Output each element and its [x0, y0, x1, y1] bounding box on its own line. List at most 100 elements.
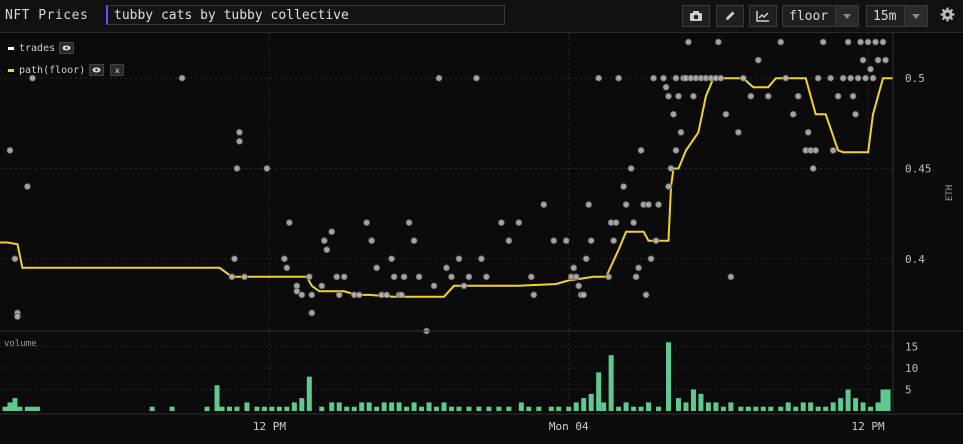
- trade-point: [632, 273, 640, 281]
- price-tick-label: 0.5: [905, 72, 925, 85]
- trade-point: [645, 201, 652, 208]
- trade-point: [655, 201, 662, 208]
- volume-bar: [336, 402, 342, 411]
- trade-point: [585, 201, 593, 208]
- trade-point: [335, 291, 343, 299]
- volume-bar: [486, 406, 492, 411]
- trade-point: [6, 146, 14, 154]
- trade-point: [675, 92, 682, 100]
- trade-point: [747, 92, 755, 100]
- trade-point: [739, 74, 747, 82]
- trade-point: [398, 291, 406, 299]
- volume-bar: [830, 402, 836, 411]
- volume-bars: [2, 342, 891, 411]
- trade-point: [29, 74, 36, 82]
- legend-path-floor: path(floor) x: [8, 64, 125, 76]
- trade-point: [867, 65, 874, 73]
- trade-point: [722, 110, 730, 118]
- trade-point: [587, 237, 595, 245]
- trade-point: [879, 38, 887, 46]
- trade-point: [647, 255, 655, 263]
- volume-bar: [868, 406, 874, 411]
- draw-button[interactable]: [716, 5, 744, 27]
- volume-bar: [845, 389, 851, 411]
- interval-select-value: 15m: [873, 8, 897, 24]
- settings-button[interactable]: [940, 7, 955, 26]
- volume-bar: [793, 406, 799, 411]
- volume-bar: [448, 406, 454, 411]
- trade-point: [862, 74, 869, 82]
- trade-point: [854, 74, 862, 82]
- price-tick-label: 0.4: [905, 253, 925, 266]
- volume-bar: [860, 402, 866, 411]
- trade-point: [455, 255, 463, 263]
- chart-grid: [0, 33, 893, 411]
- volume-bar: [419, 406, 425, 411]
- volume-bar: [808, 402, 814, 411]
- trade-point: [530, 291, 538, 299]
- toggle-trades-visibility-button[interactable]: [59, 42, 75, 54]
- trade-point: [627, 165, 635, 172]
- floor-path-series: [0, 77, 893, 298]
- price-tick-label: 0.45: [905, 162, 932, 175]
- trade-point: [515, 219, 523, 227]
- volume-bar: [588, 393, 594, 411]
- trade-point: [829, 146, 837, 154]
- trade-point: [635, 264, 642, 272]
- volume-bar: [299, 398, 305, 411]
- trade-point: [390, 273, 398, 281]
- floor-path-line: [0, 77, 893, 298]
- volume-bar: [720, 406, 726, 411]
- trade-point: [615, 74, 623, 82]
- volume-bar: [261, 406, 267, 411]
- remove-path-button[interactable]: x: [110, 64, 125, 76]
- trade-point: [637, 146, 645, 154]
- trade-point: [812, 146, 820, 154]
- volume-bar: [17, 406, 23, 411]
- volume-bar: [214, 385, 220, 411]
- trade-point: [14, 313, 21, 320]
- volume-bar: [853, 398, 859, 411]
- volume-bar: [226, 406, 232, 411]
- series-select[interactable]: floor: [782, 5, 859, 27]
- trade-point: [882, 56, 889, 64]
- trade-point: [363, 219, 371, 227]
- screenshot-button[interactable]: [682, 5, 710, 27]
- trade-point: [727, 273, 735, 281]
- volume-bar: [760, 406, 766, 411]
- volume-bar: [374, 406, 380, 411]
- trade-point: [241, 273, 248, 281]
- trade-point: [575, 282, 583, 290]
- trade-point: [777, 38, 785, 46]
- trade-point: [789, 110, 797, 118]
- trade-point: [497, 219, 505, 227]
- price-chart[interactable]: 0.4 0.45 0.5 5 10 15 12 PM Mon 04 12 PM volume E…: [0, 33, 963, 444]
- volume-bar: [269, 406, 275, 411]
- volume-bar: [29, 406, 35, 411]
- time-tick-label: 12 PM: [253, 420, 286, 433]
- trade-point: [814, 74, 822, 82]
- trade-point: [298, 291, 306, 299]
- trade-point: [570, 264, 578, 272]
- trade-point: [677, 128, 685, 136]
- volume-bar: [284, 406, 290, 411]
- volume-bar: [728, 402, 734, 411]
- trade-point: [652, 237, 660, 245]
- trade-point: [430, 282, 438, 290]
- interval-select[interactable]: 15m: [866, 5, 928, 27]
- trade-point: [872, 38, 879, 46]
- volume-bar: [753, 406, 759, 411]
- time-tick-label: Mon 04: [549, 420, 589, 433]
- volume-bar: [548, 406, 554, 411]
- camera-icon: [690, 11, 702, 21]
- trade-point: [263, 165, 271, 172]
- indicators-button[interactable]: [749, 5, 777, 27]
- volume-tick-label: 5: [905, 384, 912, 397]
- toggle-path-visibility-button[interactable]: [89, 64, 105, 76]
- trade-point: [580, 291, 588, 299]
- volume-bar: [496, 406, 502, 411]
- trade-point: [714, 38, 722, 46]
- collection-search-input[interactable]: [106, 5, 505, 25]
- trade-point: [283, 264, 291, 272]
- trade-point: [622, 201, 630, 208]
